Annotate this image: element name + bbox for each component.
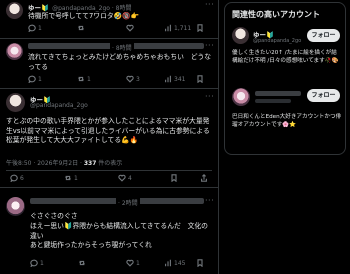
panel-title: 関連性の高いアカウント — [232, 10, 320, 19]
like-button[interactable]: 4 — [118, 174, 132, 182]
handle[interactable]: @pandapanda_2go · 8時間 — [52, 3, 131, 12]
retweet-icon — [65, 175, 71, 181]
retweet-icon — [79, 260, 85, 266]
tweet-text-line: ぐさぐさのぐさ — [30, 212, 78, 220]
views-icon — [165, 259, 171, 267]
bookmark-icon — [197, 75, 203, 83]
reply-button[interactable]: 1 — [28, 24, 42, 32]
bookmark-button[interactable] — [196, 259, 204, 267]
retweet-icon — [78, 25, 84, 31]
tweet-text-line: あと鍵垢作ったからそっち覗がってくれ — [30, 241, 152, 249]
follow-button[interactable]: フォロー — [307, 29, 340, 42]
reply-button[interactable]: 1 — [30, 259, 44, 267]
more-options-icon[interactable]: ··· — [205, 0, 214, 9]
avatar[interactable] — [6, 93, 25, 112]
heart-icon — [118, 174, 126, 182]
divider — [6, 170, 212, 171]
related-accounts-panel: 関連性の高いアカウント ゆー🔰 @pandapanda_2go フォロー 優しく… — [224, 2, 346, 155]
handle[interactable]: @pandapanda_2go — [253, 38, 301, 44]
views-count: 337 — [83, 160, 97, 167]
reply-icon — [28, 24, 36, 32]
bookmark-icon — [171, 174, 177, 182]
share-icon — [201, 174, 207, 182]
like-button[interactable]: 1 — [126, 259, 140, 267]
avatar[interactable] — [6, 197, 25, 216]
views-button[interactable]: 1,711 — [164, 24, 191, 32]
tweet-text-line: ほえー思い🔰界隈からも結構流入してきてるんだ 文化の違い — [30, 222, 208, 240]
like-button[interactable] — [126, 24, 134, 32]
bookmark-button[interactable] — [196, 75, 204, 83]
more-options-icon[interactable]: ··· — [205, 92, 214, 101]
views-button[interactable]: 145 — [164, 259, 185, 267]
avatar[interactable] — [6, 43, 23, 60]
reply-button[interactable]: 6 — [10, 174, 24, 182]
heart-icon — [126, 259, 134, 267]
retweet-button[interactable]: 1 — [64, 174, 78, 182]
avatar[interactable] — [232, 88, 250, 106]
views-icon — [165, 24, 171, 32]
tweet-header: ゆー🔰 @pandapanda_2go · 8時間 — [28, 2, 131, 12]
retweet-icon — [78, 76, 84, 82]
views-label: 件の表示 — [98, 160, 123, 167]
divider — [0, 187, 218, 188]
avatar[interactable] — [6, 2, 23, 19]
tweet-meta: 午後8:50 · 2026年9月2日 · 337 件の表示 — [6, 158, 122, 167]
divider — [0, 38, 218, 39]
bookmark-icon — [197, 24, 203, 32]
bookmark-button[interactable] — [196, 24, 204, 32]
retweet-button[interactable] — [78, 259, 86, 267]
follow-button[interactable]: フォロー — [307, 89, 340, 102]
tweet-text: すとぷの中の歌い手界隈とかが参入したことによるママ米が大量発生vs以前ママ米によ… — [6, 117, 210, 145]
blurred-name — [255, 91, 301, 96]
avatar[interactable] — [232, 27, 249, 44]
like-button[interactable]: 3 — [126, 75, 140, 83]
timeline: ゆー🔰 @pandapanda_2go · 8時間 ··· 待機所で号呼してて7… — [0, 0, 219, 274]
reply-icon — [28, 75, 36, 83]
reply-button[interactable]: 1 — [28, 75, 42, 83]
tweet-text: 待機所で号呼してて7ワロタ🤣🔞👉 — [28, 12, 140, 20]
account-bio: 巴日和くんとEden大好きアカウントかつ俳瑠オアカウントです🌸⭐ — [232, 114, 342, 129]
reply-icon — [30, 259, 38, 267]
heart-icon — [126, 24, 134, 32]
heart-icon — [126, 75, 134, 83]
tweet-time: · 8時間 — [110, 43, 134, 52]
account-bio: 優しく生きたい20↑ /たまに絵を描くが結構絵だけ不明 /日々の感想呟いてます🥀… — [232, 50, 339, 65]
blurred-handle — [255, 99, 291, 103]
display-name[interactable]: ゆー🔰 — [28, 2, 49, 12]
tweet-time: · 2時間 — [116, 198, 140, 207]
tweet-timestamp[interactable]: 午後8:50 · 2026年9月2日 · — [6, 160, 82, 167]
tweet-text: 流れてきてちょっとみたけどめちゃめちゃおもちい どうなってる — [28, 53, 212, 71]
bookmark-button[interactable] — [170, 174, 178, 182]
retweet-button[interactable]: 1 — [77, 75, 91, 83]
share-button[interactable] — [200, 174, 208, 182]
retweet-button[interactable] — [77, 24, 85, 32]
views-icon — [165, 75, 171, 83]
reply-icon — [10, 174, 18, 182]
bookmark-icon — [197, 259, 203, 267]
more-options-icon[interactable]: ··· — [205, 41, 214, 50]
handle[interactable]: @pandapanda_2go — [30, 102, 88, 109]
more-options-icon[interactable]: ··· — [205, 196, 214, 205]
views-button[interactable]: 341 — [164, 75, 185, 83]
divider — [0, 88, 218, 89]
